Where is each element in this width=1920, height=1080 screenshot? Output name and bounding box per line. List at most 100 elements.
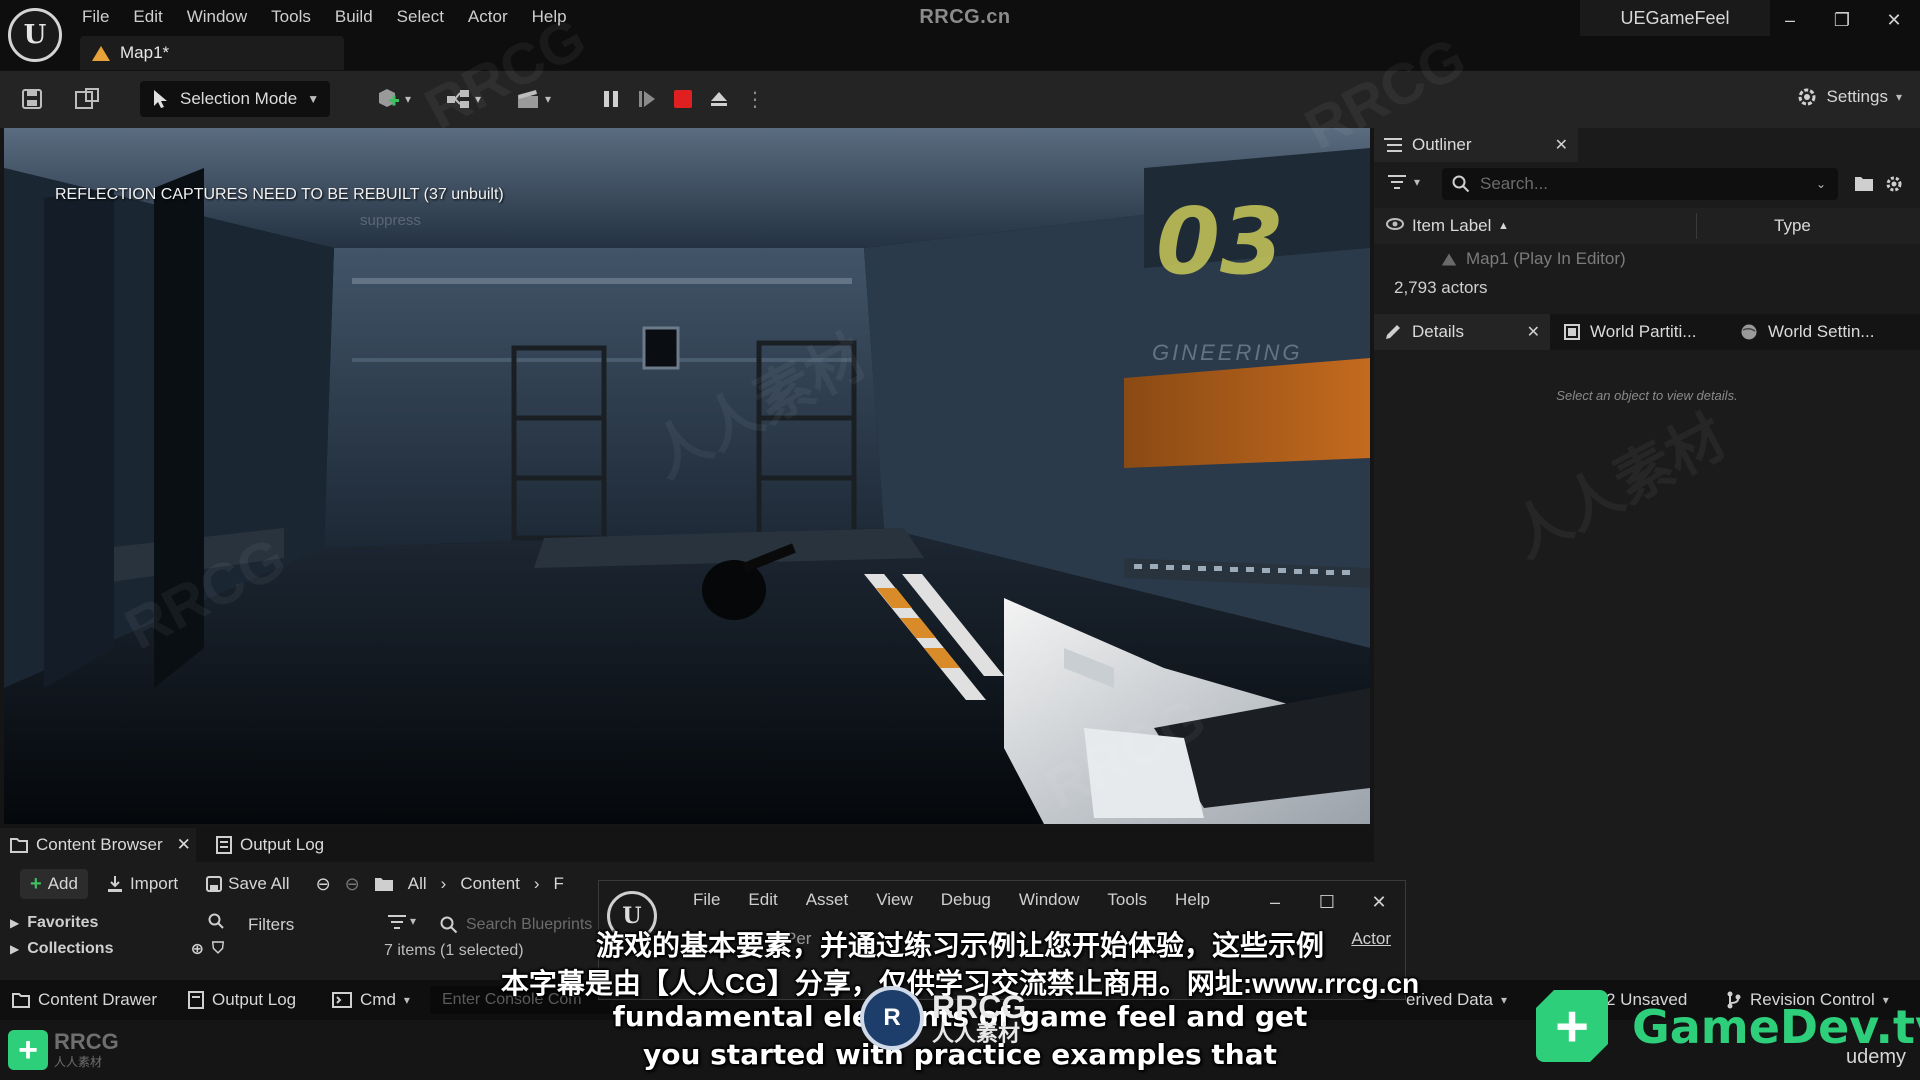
bp-menu-edit[interactable]: Edit bbox=[734, 889, 791, 911]
suppress-link[interactable]: suppress bbox=[360, 212, 421, 229]
blueprints-button[interactable]: ▾ bbox=[438, 81, 488, 117]
udemy-text: udemy bbox=[1845, 1046, 1906, 1068]
minimize-button[interactable]: – bbox=[1764, 0, 1816, 40]
menu-tools[interactable]: Tools bbox=[259, 4, 323, 28]
rrcg-badge: R RRCG 人人素材 bbox=[860, 986, 1026, 1050]
eject-button[interactable] bbox=[704, 84, 734, 114]
tab-output-log[interactable]: Output Log bbox=[206, 828, 336, 862]
chevron-down-icon[interactable]: ⌄ bbox=[1816, 177, 1826, 191]
plus-icon: + bbox=[30, 872, 42, 895]
close-icon[interactable]: ✕ bbox=[177, 835, 191, 855]
play-controls: ⋮ bbox=[596, 81, 770, 117]
cursor-icon bbox=[154, 90, 167, 108]
visibility-eye-icon[interactable] bbox=[1386, 216, 1404, 236]
column-item-label[interactable]: Item Label bbox=[1412, 216, 1491, 236]
main-menu-bar: File Edit Window Tools Build Select Acto… bbox=[70, 4, 579, 28]
main-toolbar: Selection Mode ▼ ▾ ▾ ▾ ⋮ Settings ▾ bbox=[0, 70, 1920, 128]
tab-content-browser[interactable]: Content Browser ✕ bbox=[0, 828, 196, 862]
chevron-down-icon: ▾ bbox=[544, 92, 552, 106]
history-forward-icon[interactable]: ⊖ bbox=[345, 874, 360, 895]
maximize-button[interactable]: ☐ bbox=[1301, 885, 1353, 919]
stop-icon bbox=[674, 90, 692, 108]
rrcg-small-text: 人人素材 bbox=[932, 1021, 1021, 1046]
bp-menu-asset[interactable]: Asset bbox=[792, 889, 863, 911]
selection-mode-dropdown[interactable]: Selection Mode ▼ bbox=[140, 81, 330, 117]
add-folder-button[interactable] bbox=[1854, 174, 1874, 197]
menu-window[interactable]: Window bbox=[175, 4, 259, 28]
minimize-button[interactable]: – bbox=[1249, 885, 1301, 919]
outliner-search-input[interactable]: Search... ⌄ bbox=[1442, 168, 1838, 200]
menu-help[interactable]: Help bbox=[520, 4, 579, 28]
title-bar: U File Edit Window Tools Build Select Ac… bbox=[0, 0, 1920, 70]
save-level-button[interactable] bbox=[14, 81, 50, 117]
output-log-icon bbox=[216, 836, 232, 854]
column-type[interactable]: Type bbox=[1774, 216, 1811, 236]
add-label: Add bbox=[47, 874, 78, 893]
bp-menu-window[interactable]: Window bbox=[1005, 889, 1093, 911]
menu-actor[interactable]: Actor bbox=[456, 4, 520, 28]
close-button[interactable]: ✕ bbox=[1868, 0, 1920, 40]
settings-button[interactable]: Settings ▾ bbox=[1795, 85, 1902, 109]
tab-world-partition[interactable]: World Partiti... bbox=[1554, 314, 1724, 350]
outliner-filter-button[interactable]: ▾ bbox=[1388, 174, 1420, 190]
outliner-tree-row[interactable]: Map1 (Play In Editor) bbox=[1374, 244, 1920, 274]
outliner-settings-button[interactable] bbox=[1884, 174, 1904, 199]
wall-engineering-sign: GINEERING bbox=[1152, 340, 1303, 365]
right-panels: Outliner ✕ ▾ Search... ⌄ Item Label ▲ Ty… bbox=[1374, 128, 1920, 988]
corner-sub-text: 人人素材 bbox=[54, 1054, 103, 1069]
outliner-tab-label: Outliner bbox=[1412, 135, 1472, 154]
add-button[interactable]: + Add bbox=[20, 869, 88, 899]
browse-level-button[interactable] bbox=[70, 81, 106, 117]
bp-menu-view[interactable]: View bbox=[862, 889, 927, 911]
chevron-down-icon: ▾ bbox=[1895, 90, 1902, 104]
history-back-icon[interactable]: ⊖ bbox=[316, 874, 331, 895]
restore-button[interactable]: ❐ bbox=[1816, 0, 1868, 40]
content-browser-toolbar: + Add Import Save All ⊖ ⊖ All › Content … bbox=[0, 866, 564, 902]
bp-menu-tools[interactable]: Tools bbox=[1093, 889, 1161, 911]
bp-menu-debug[interactable]: Debug bbox=[927, 889, 1005, 911]
add-cube-icon bbox=[378, 89, 399, 107]
rrcg-logo: R bbox=[860, 986, 924, 1050]
frame-skip-button[interactable] bbox=[632, 84, 662, 114]
pause-button[interactable] bbox=[596, 84, 626, 114]
cinematics-button[interactable]: ▾ bbox=[508, 81, 558, 117]
chevron-down-icon: ▾ bbox=[404, 92, 412, 106]
content-browser-tab-strip: Content Browser ✕ Output Log bbox=[0, 826, 1374, 862]
bp-menu-file[interactable]: File bbox=[679, 889, 734, 911]
corner-plus-icon: + bbox=[8, 1030, 48, 1070]
breadcrumb-partial[interactable]: F bbox=[554, 874, 564, 894]
chevron-down-icon: ▾ bbox=[1414, 175, 1421, 189]
import-button[interactable]: Import bbox=[96, 869, 188, 899]
import-label: Import bbox=[129, 874, 179, 893]
breadcrumb-all[interactable]: All bbox=[408, 874, 427, 894]
actor-count: 2,793 actors bbox=[1394, 278, 1488, 297]
save-all-button[interactable]: Save All bbox=[196, 869, 299, 899]
tab-details[interactable]: Details ✕ bbox=[1374, 314, 1550, 350]
close-icon[interactable]: ✕ bbox=[1527, 322, 1540, 342]
level-map-icon bbox=[1441, 253, 1457, 265]
menu-file[interactable]: File bbox=[70, 4, 121, 28]
play-options-button[interactable]: ⋮ bbox=[740, 84, 770, 114]
content-browser-tab-label: Content Browser bbox=[36, 835, 163, 854]
tree-row-label: Map1 (Play In Editor) bbox=[1466, 249, 1626, 268]
level-viewport[interactable]: 03 GINEERING REFLECTION CAPTURES NEED TO… bbox=[4, 128, 1370, 824]
unreal-logo[interactable]: U bbox=[8, 8, 62, 62]
close-icon[interactable]: ✕ bbox=[1555, 135, 1568, 155]
stop-button[interactable] bbox=[668, 84, 698, 114]
bp-menu-help[interactable]: Help bbox=[1161, 889, 1224, 911]
add-actor-button[interactable]: ▾ bbox=[368, 81, 418, 117]
reflection-warning: REFLECTION CAPTURES NEED TO BE REBUILT (… bbox=[55, 186, 504, 203]
outliner-column-header: Item Label ▲ Type bbox=[1374, 208, 1920, 244]
search-icon bbox=[1452, 175, 1470, 193]
close-button[interactable]: ✕ bbox=[1353, 885, 1405, 919]
brand-title: RRCG.cn bbox=[919, 6, 1011, 28]
menu-build[interactable]: Build bbox=[323, 4, 385, 28]
tab-world-settings[interactable]: World Settin... bbox=[1730, 314, 1910, 350]
folder-add-icon bbox=[1855, 177, 1873, 191]
chevron-right-icon: › bbox=[533, 874, 540, 893]
level-tab-map1[interactable]: Map1* bbox=[80, 36, 344, 70]
tab-outliner[interactable]: Outliner ✕ bbox=[1374, 128, 1578, 162]
breadcrumb-content[interactable]: Content bbox=[460, 874, 520, 894]
menu-select[interactable]: Select bbox=[385, 4, 456, 28]
menu-edit[interactable]: Edit bbox=[121, 4, 174, 28]
